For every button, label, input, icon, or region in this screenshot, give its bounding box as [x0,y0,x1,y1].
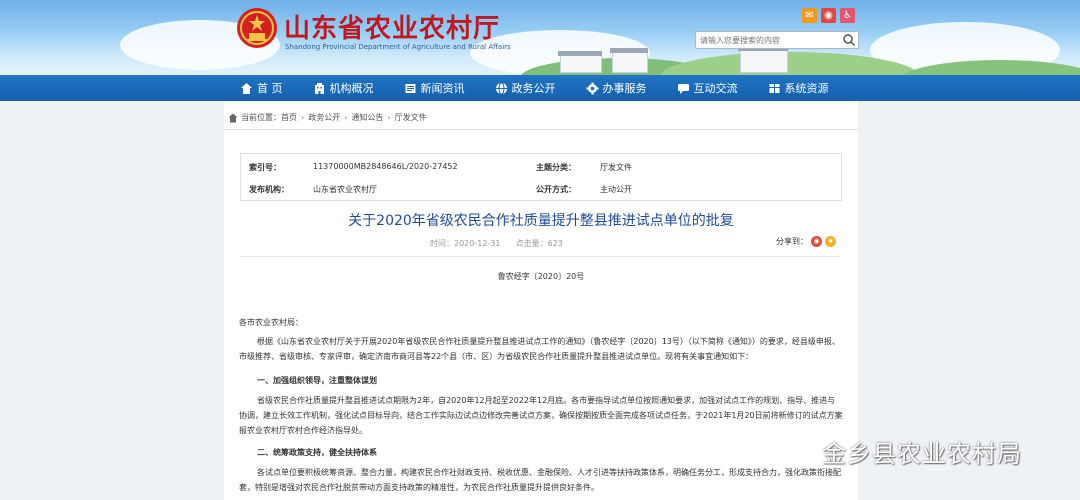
paragraph: 各试点单位要积极统筹资源、整合力量，构建农民合作社财政支持、税收优惠、金融保险、… [239,468,841,492]
home-icon [241,82,252,94]
globe-icon [495,82,507,94]
breadcrumb-home[interactable]: 首页 [281,112,297,123]
site-title: 山东省农业农村厅 [284,14,501,44]
nav-item-label: 政务公开 [511,82,556,95]
clicks-value: 623 [547,239,563,248]
article-info: 时间：2020-12-31 点击量：623 [430,238,563,249]
document-meta-table: 索引号： 11370000MB2848646L/2020-27452 主题分类：… [240,153,842,201]
site-header: 山东省农业农村厅 Shandong Provincial Department … [0,0,1080,75]
nav-item-news[interactable]: 新闻资讯 [404,75,482,101]
qzone-share-icon[interactable]: ★ [825,236,836,247]
breadcrumb-separator: › [301,113,305,122]
search-box [695,31,859,49]
breadcrumb: 当前位置： 首页 › 政务公开 › 通知公告 › 厅发文件 [228,112,427,123]
newspaper-icon [405,83,415,93]
nav-item-label: 办事服务 [602,82,647,95]
section-heading: 二、统筹政策支持，健全扶持体系 [257,448,377,457]
database-icon [769,83,779,93]
search-input[interactable] [700,33,838,47]
accessibility-icon[interactable]: ♿ [840,8,855,23]
main-nav: 首 页 机构概况 新闻资讯 政务公开 办事服务 互动交流 系统资源 [0,75,1080,101]
paragraph: 省级农民合作社质量提升整县推进试点期限为2年，自2020年12月起至2022年1… [239,396,843,435]
paragraph: 根据《山东省农业农村厅关于开展2020年省级农民合作社质量提升整县推进试点工作的… [239,337,840,361]
category-value: 厅发文件 [600,163,632,172]
section-heading: 一、加强组织领导，注重整体谋划 [257,376,377,385]
nav-item-resources[interactable]: 系统资源 [768,75,846,101]
time-value: 2020-12-31 [454,239,501,248]
nav-item-services[interactable]: 办事服务 [586,75,664,101]
nav-item-label: 机构概况 [329,82,374,95]
divider [224,129,858,130]
header-tools: ✉ ◉ ♿ [802,8,855,23]
home-icon [228,113,238,122]
weibo-share-icon[interactable]: ◉ [811,236,822,247]
article-title: 关于2020年省级农民合作社质量提升整县推进试点单位的批复 [348,213,734,229]
nav-item-label: 新闻资讯 [420,82,465,95]
building-icon [314,82,324,94]
index-label: 索引号： [249,163,281,172]
building-decoration [560,55,602,73]
nav-item-label: 首 页 [257,82,283,95]
building-decoration [612,52,648,73]
search-icon[interactable] [842,33,856,47]
watermark: 金乡县农业农村局 [782,434,1022,469]
salutation: 各市农业农村局： [239,318,303,327]
nav-item-label: 系统资源 [784,82,829,95]
chat-icon [677,83,689,94]
breadcrumb-separator: › [387,113,391,122]
nav-item-interaction[interactable]: 互动交流 [677,75,755,101]
breadcrumb-separator: › [344,113,348,122]
wechat-icon [783,437,820,465]
nav-item-home[interactable]: 首 页 [240,75,300,101]
content-panel: 当前位置： 首页 › 政务公开 › 通知公告 › 厅发文件 索引号： 11370… [224,101,858,500]
breadcrumb-notices[interactable]: 通知公告 [351,112,383,123]
share-label: 分享到： [776,237,808,246]
divider [240,256,840,257]
disclosure-value: 主动公开 [600,185,632,194]
roof-decoration [558,51,602,56]
publisher-value: 山东省农业农村厅 [313,185,377,194]
weibo-icon[interactable]: ◉ [821,8,836,23]
site-subtitle: Shandong Provincial Department of Agricu… [285,43,511,51]
watermark-text: 金乡县农业农村局 [822,440,1022,468]
clicks-label: 点击量： [515,239,548,248]
document-number: 鲁农经字〔2020〕20号 [497,272,585,281]
breadcrumb-dept-documents[interactable]: 厅发文件 [395,112,427,123]
gear-icon [586,82,598,94]
time-label: 时间： [430,239,454,248]
roof-decoration [610,48,648,53]
category-label: 主题分类： [536,163,576,172]
national-emblem-icon [237,8,277,48]
building-decoration [740,50,788,73]
nav-item-label: 互动交流 [693,82,738,95]
breadcrumb-gov-affairs[interactable]: 政务公开 [308,112,340,123]
breadcrumb-prefix: 当前位置： [241,113,281,122]
index-value: 11370000MB2848646L/2020-27452 [313,162,458,171]
publisher-label: 发布机构： [249,185,289,194]
nav-item-gov-affairs[interactable]: 政务公开 [495,75,573,101]
mail-icon[interactable]: ✉ [802,8,817,23]
share-bar: 分享到： ◉ ★ [776,236,836,247]
disclosure-label: 公开方式： [536,185,576,194]
nav-item-about[interactable]: 机构概况 [313,75,391,101]
